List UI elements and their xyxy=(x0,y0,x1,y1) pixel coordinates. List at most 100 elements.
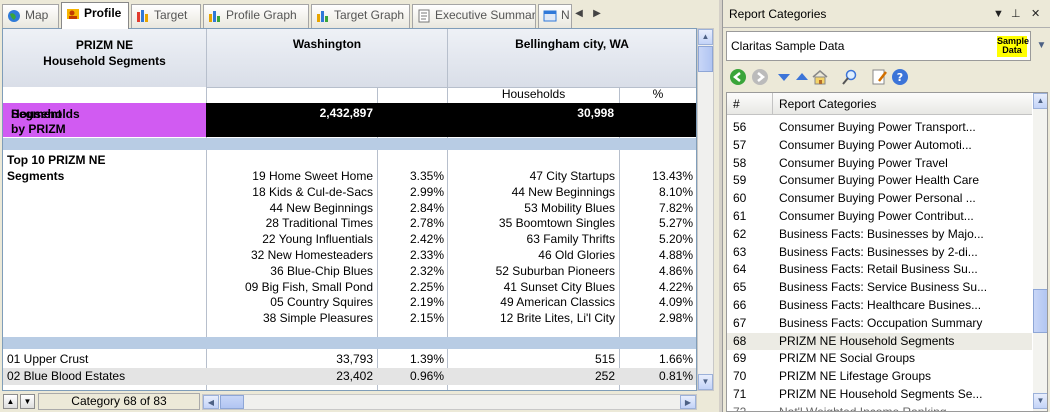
tab-label: Profile xyxy=(84,6,122,20)
segment-name: 01 Upper Crust xyxy=(7,352,89,366)
document-icon xyxy=(418,9,430,23)
grid-horizontal-scrollbar[interactable]: ◀ ▶ xyxy=(202,394,697,410)
tab-target[interactable]: Target xyxy=(131,4,201,28)
sample-data-badge: Sample Data xyxy=(997,36,1030,57)
list-item[interactable]: 63 Business Facts: Businesses by 2-di... xyxy=(727,244,1032,262)
wa-households: 23,402 xyxy=(336,369,373,383)
report-categories-list: # Report Categories 56 Consumer Buying Po… xyxy=(726,92,1048,412)
scroll-right-icon[interactable]: ▶ xyxy=(680,395,696,409)
top10-label: Top 10 PRIZM NE Segments xyxy=(7,153,106,183)
top10-percent: 4.86% xyxy=(658,263,693,278)
panel-menu-icon[interactable]: ▼ xyxy=(993,0,1004,28)
tab-label: Executive Summary xyxy=(435,8,536,22)
list-header-label[interactable]: Report Categories xyxy=(779,93,876,115)
search-icon[interactable] xyxy=(841,68,859,86)
tab-map[interactable]: Map xyxy=(2,4,59,28)
top10-name: 32 New Homesteaders xyxy=(250,247,373,262)
application-window: Map Profile Target Profile Graph Target … xyxy=(0,0,1050,412)
tab-label: Target Graph xyxy=(334,8,405,22)
tab-scroll-right-icon[interactable]: ▶ xyxy=(590,7,604,21)
data-source-value: Claritas Sample Data xyxy=(731,39,845,53)
list-item[interactable]: 62 Business Facts: Businesses by Majo... xyxy=(727,226,1032,244)
data-source-select[interactable]: Claritas Sample Data Sample Data xyxy=(726,31,1031,61)
target-icon xyxy=(137,10,148,22)
move-down-icon[interactable] xyxy=(775,68,793,86)
separator-band xyxy=(3,138,696,150)
list-item[interactable]: 66 Business Facts: Healthcare Busines... xyxy=(727,297,1032,315)
top10-percent: 2.19% xyxy=(409,295,444,310)
top10-percent: 4.88% xyxy=(658,247,693,262)
tab-target-graph[interactable]: Target Graph xyxy=(311,4,410,28)
top10-name: 53 Mobility Blues xyxy=(524,200,615,215)
table-row[interactable]: 01 Upper Crust 33,793 1.39% 515 1.66% xyxy=(3,351,696,368)
top10-name: 38 Simple Pleasures xyxy=(262,311,373,326)
help-icon[interactable]: ? xyxy=(891,68,909,86)
scroll-thumb[interactable] xyxy=(220,395,244,409)
washington-column-header: Washington xyxy=(292,37,362,51)
percent-subheader: % xyxy=(652,87,664,101)
tab-scroll-left-icon[interactable]: ◀ xyxy=(572,7,586,21)
bel-percent: 1.66% xyxy=(658,352,693,366)
grid-vertical-scrollbar[interactable]: ▲ ▼ xyxy=(697,28,714,391)
close-icon[interactable]: ✕ xyxy=(1031,0,1040,28)
home-icon[interactable] xyxy=(811,68,829,86)
report-grid: PRIZM NE Household Segments Washington B… xyxy=(2,28,697,391)
move-up-icon[interactable] xyxy=(793,68,811,86)
pin-icon[interactable]: ⊥ xyxy=(1011,0,1021,28)
forward-icon[interactable] xyxy=(751,68,769,86)
list-item[interactable]: 69 PRIZM NE Social Groups xyxy=(727,350,1032,368)
scroll-up-icon[interactable]: ▲ xyxy=(698,29,713,45)
list-item[interactable]: 67 Business Facts: Occupation Summary xyxy=(727,315,1032,333)
profile-icon xyxy=(67,9,79,19)
top10-name: 36 Blue-Chip Blues xyxy=(270,263,373,278)
globe-icon xyxy=(8,10,20,22)
list-item[interactable]: 56 Consumer Buying Power Transport... xyxy=(727,119,1032,137)
top10-name: 47 City Startups xyxy=(529,169,615,183)
list-item[interactable]: 60 Consumer Buying Power Personal ... xyxy=(727,190,1032,208)
list-item[interactable]: 65 Business Facts: Service Business Su... xyxy=(727,279,1032,297)
list-item[interactable]: 70 PRIZM NE Lifestage Groups xyxy=(727,368,1032,386)
chevron-down-icon[interactable]: ▼ xyxy=(1033,31,1050,61)
top10-name: 18 Kids & Cul-de-Sacs xyxy=(252,184,373,199)
back-icon[interactable] xyxy=(729,68,747,86)
list-item[interactable]: 59 Consumer Buying Power Health Care xyxy=(727,172,1032,190)
bellingham-top10-percents: 13.43% 8.10% 7.82% 5.27% 5.20% 4.88% 4.8… xyxy=(620,169,693,327)
list-vertical-scrollbar[interactable]: ▲ ▼ xyxy=(1033,93,1047,411)
scroll-thumb[interactable] xyxy=(698,46,713,72)
bar-chart-icon xyxy=(209,11,220,22)
scroll-thumb[interactable] xyxy=(1033,289,1047,333)
list-item[interactable]: 57 Consumer Buying Power Automoti... xyxy=(727,137,1032,155)
table-row[interactable]: 02 Blue Blood Estates 23,402 0.96% 252 0… xyxy=(3,368,696,385)
top10-name: 49 American Classics xyxy=(500,295,615,310)
top10-name: 63 Family Thrifts xyxy=(526,232,615,247)
tab-profile-graph[interactable]: Profile Graph xyxy=(203,4,309,28)
top10-percent: 2.33% xyxy=(409,247,444,262)
bellingham-total-value: 30,998 xyxy=(577,106,614,120)
tab-label: N xyxy=(561,8,570,22)
list-item[interactable]: 72 Nat'l Weighted Income Ranking ... xyxy=(727,404,1032,411)
top10-percent: 13.43% xyxy=(652,169,693,183)
scroll-up-icon[interactable]: ▲ xyxy=(1033,93,1047,109)
list-item[interactable]: 61 Consumer Buying Power Contribut... xyxy=(727,208,1032,226)
scroll-left-icon[interactable]: ◀ xyxy=(203,395,219,409)
header-divider xyxy=(207,87,696,88)
edit-report-icon[interactable] xyxy=(871,68,889,86)
previous-category-button[interactable]: ▲ xyxy=(3,394,18,409)
scroll-down-icon[interactable]: ▼ xyxy=(698,374,713,390)
list-item[interactable]: 71 PRIZM NE Household Segments Se... xyxy=(727,386,1032,404)
category-position-label: Category 68 of 83 xyxy=(38,393,200,410)
top10-percent: 2.98% xyxy=(658,311,693,326)
tab-more[interactable]: N xyxy=(538,4,572,28)
list-item[interactable]: 58 Consumer Buying Power Travel xyxy=(727,155,1032,173)
top10-name: 22 Young Influentials xyxy=(262,232,373,247)
bar-chart-icon xyxy=(317,11,328,22)
list-header-number[interactable]: # xyxy=(733,93,740,115)
scroll-down-icon[interactable]: ▼ xyxy=(1033,393,1047,409)
tab-executive-summary[interactable]: Executive Summary xyxy=(412,4,536,28)
list-item[interactable]: 64 Business Facts: Retail Business Su... xyxy=(727,261,1032,279)
tab-profile[interactable]: Profile xyxy=(61,2,129,29)
top10-percent: 5.20% xyxy=(658,232,693,247)
next-category-button[interactable]: ▼ xyxy=(20,394,35,409)
list-item-selected[interactable]: 68 PRIZM NE Household Segments xyxy=(727,332,1032,351)
panel-toolbar: ? xyxy=(723,64,1050,90)
